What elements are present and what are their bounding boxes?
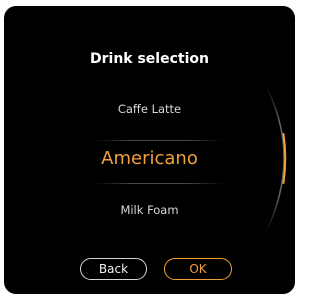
scroll-track [265,85,285,233]
screen: Drink selection Caffe Latte Americano Mi… [0,0,299,301]
scroll-indicator[interactable] [4,6,295,294]
drink-selection-panel: Drink selection Caffe Latte Americano Mi… [4,6,295,294]
back-button[interactable]: Back [80,258,147,280]
ok-button[interactable]: OK [164,258,232,280]
